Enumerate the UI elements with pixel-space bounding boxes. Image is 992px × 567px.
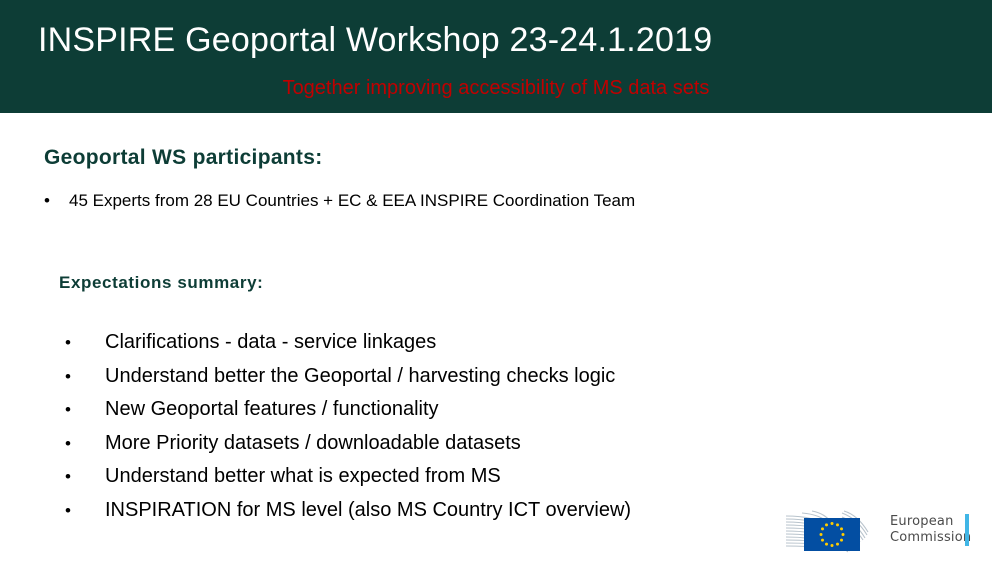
list-item: • Understand better the Geoportal / harv… [61, 360, 631, 394]
list-item-label: INSPIRATION for MS level (also MS Countr… [105, 498, 632, 521]
participants-heading: Geoportal WS participants: [44, 146, 323, 169]
ec-logo-wordmark: European Commission [890, 514, 971, 546]
slide-header-banner: INSPIRE Geoportal Workshop 23-24.1.2019 … [0, 0, 992, 113]
ec-wordmark-line-1: European [890, 514, 954, 529]
list-item: • INSPIRATION for MS level (also MS Coun… [61, 494, 631, 528]
expectations-list: • Clarifications - data - service linkag… [61, 326, 631, 528]
list-item-label: More Priority datasets / downloadable da… [105, 431, 521, 454]
list-item-label: Understand better the Geoportal / harves… [105, 364, 616, 387]
ec-wordmark-line-2: Commission [890, 530, 972, 545]
participants-bullet-line: • 45 Experts from 28 EU Countries + EC & … [44, 188, 635, 214]
list-item: • Understand better what is expected fro… [61, 460, 631, 494]
slide-subtitle: Together improving accessibility of MS d… [282, 77, 710, 99]
bullet-icon: • [65, 500, 71, 520]
expectations-heading: Expectations summary: [59, 273, 264, 292]
european-commission-logo: European Commission [782, 508, 988, 560]
slide-body: Geoportal WS participants: • 45 Experts f… [0, 113, 992, 567]
list-item: • Clarifications - data - service linkag… [61, 326, 631, 360]
bullet-icon: • [65, 400, 71, 420]
slide-title: INSPIRE Geoportal Workshop 23-24.1.2019 [38, 21, 713, 59]
list-item: • More Priority datasets / downloadable … [61, 427, 631, 461]
bullet-icon: • [65, 333, 71, 352]
ec-logo-accent-bar [965, 514, 969, 546]
bullet-icon: • [65, 366, 71, 386]
list-item-label: New Geoportal features / functionality [105, 398, 439, 421]
list-item-label: Clarifications - data - service linkages [105, 331, 437, 353]
bullet-icon: • [65, 467, 71, 487]
bullet-icon: • [44, 191, 50, 210]
list-item-label: Understand better what is expected from … [105, 465, 501, 488]
list-item: • New Geoportal features / functionality [61, 393, 631, 427]
participants-bullet-text: 45 Experts from 28 EU Countries + EC & E… [69, 191, 636, 210]
bullet-icon: • [65, 433, 71, 453]
